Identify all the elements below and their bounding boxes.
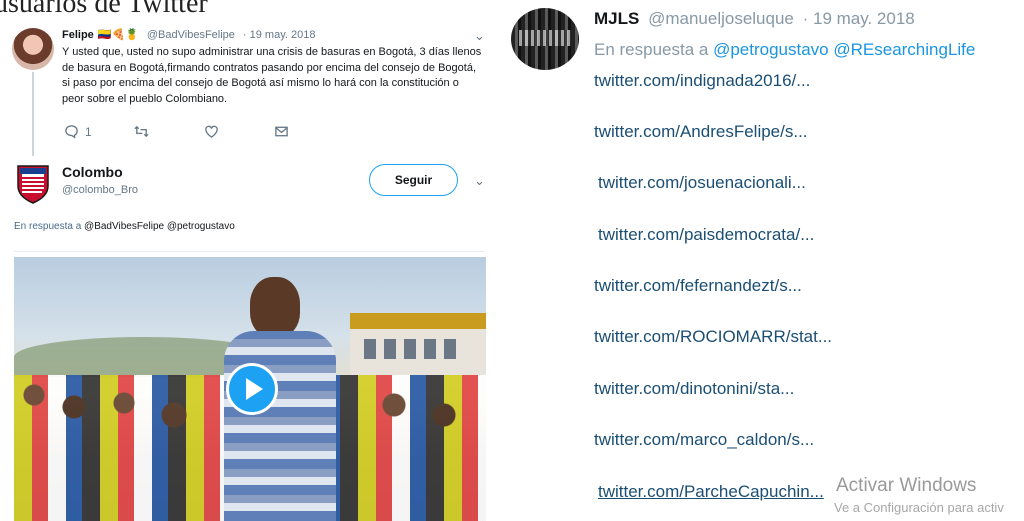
windows-activation-watermark: Activar Windows <box>836 475 977 496</box>
video-scene-man-head <box>250 277 300 337</box>
tweet1-date[interactable]: · 19 may. 2018 <box>243 29 316 41</box>
tweet2-reply-context: En respuesta a @BadVibesFelipe @petrogus… <box>14 221 235 232</box>
avatar-felipe[interactable] <box>12 28 54 70</box>
tweet-link[interactable]: twitter.com/indignada2016/... <box>594 71 810 91</box>
tweet-link[interactable]: twitter.com/ParcheCapuchin... <box>598 482 824 502</box>
like-button[interactable] <box>204 124 274 139</box>
message-button[interactable] <box>274 124 344 139</box>
chevron-down-icon[interactable]: ⌄ <box>474 28 485 44</box>
tweet1-handle[interactable]: @BadVibesFelipe <box>147 29 235 41</box>
tweet1-actions: 1 <box>64 124 344 139</box>
video-scene-man-shirt <box>224 331 336 521</box>
retweet-button[interactable] <box>134 124 204 139</box>
tweet-link[interactable]: twitter.com/fefernandezt/s... <box>594 276 802 296</box>
tweet-link[interactable]: twitter.com/marco_caldon/s... <box>594 430 814 450</box>
tweet1-author-name[interactable]: Felipe <box>62 29 94 41</box>
tweet-link[interactable]: twitter.com/ROCIOMARR/stat... <box>594 327 832 347</box>
message-icon <box>275 126 288 137</box>
tweet-link[interactable]: twitter.com/AndresFelipe/s... <box>594 122 808 142</box>
reply-label: En respuesta a <box>14 221 82 232</box>
tweet-link[interactable]: twitter.com/josuenacionali... <box>598 173 806 193</box>
windows-activation-subtitle: Ve a Configuración para activ <box>834 500 1004 515</box>
tweet1-text: Y usted que, usted no supo administrar u… <box>62 46 482 105</box>
video-scene-windows <box>364 339 464 359</box>
tweet-link[interactable]: twitter.com/dinotonini/sta... <box>594 379 794 399</box>
reply-mentions[interactable]: @BadVibesFelipe @petrogustavo <box>84 221 235 232</box>
chevron-down-icon[interactable]: ⌄ <box>474 173 485 189</box>
right-author-name[interactable]: MJLS <box>594 9 639 28</box>
right-reply-label: En respuesta a <box>594 40 709 59</box>
avatar-mjls[interactable] <box>511 8 579 70</box>
like-icon <box>205 125 218 138</box>
follow-button[interactable]: Seguir <box>369 164 458 196</box>
video-scene-roof <box>350 313 486 329</box>
right-tweet-header: MJLS @manueljoseluque · 19 may. 2018 <box>594 9 915 29</box>
thread-line <box>32 72 34 156</box>
retweet-icon <box>134 125 149 138</box>
right-handle[interactable]: @manueljoseluque <box>648 9 794 28</box>
play-icon <box>246 378 263 400</box>
right-date[interactable]: · 19 may. 2018 <box>803 9 915 28</box>
right-reply-context: En respuesta a @petrogustavo @REsearchin… <box>594 40 975 60</box>
tweet2-handle[interactable]: @colombo_Bro <box>62 184 138 196</box>
divider <box>14 251 484 252</box>
reply-button[interactable]: 1 <box>64 124 134 139</box>
reply-count: 1 <box>85 124 92 139</box>
reply-icon <box>65 125 78 139</box>
play-button[interactable] <box>226 363 278 415</box>
tweet-link[interactable]: twitter.com/paisdemocrata/... <box>598 225 814 245</box>
video-player[interactable] <box>14 257 486 521</box>
tweet1-author-emojis: 🇨🇴🍕🍍 <box>97 29 139 41</box>
avatar-colombo[interactable] <box>14 162 52 204</box>
tweet2-author-name[interactable]: Colombo <box>62 164 123 180</box>
tweet1-header: Felipe 🇨🇴🍕🍍 @BadVibesFelipe · 19 may. 20… <box>62 28 316 42</box>
right-reply-mentions[interactable]: @petrogustavo @REsearchingLife <box>713 40 975 59</box>
